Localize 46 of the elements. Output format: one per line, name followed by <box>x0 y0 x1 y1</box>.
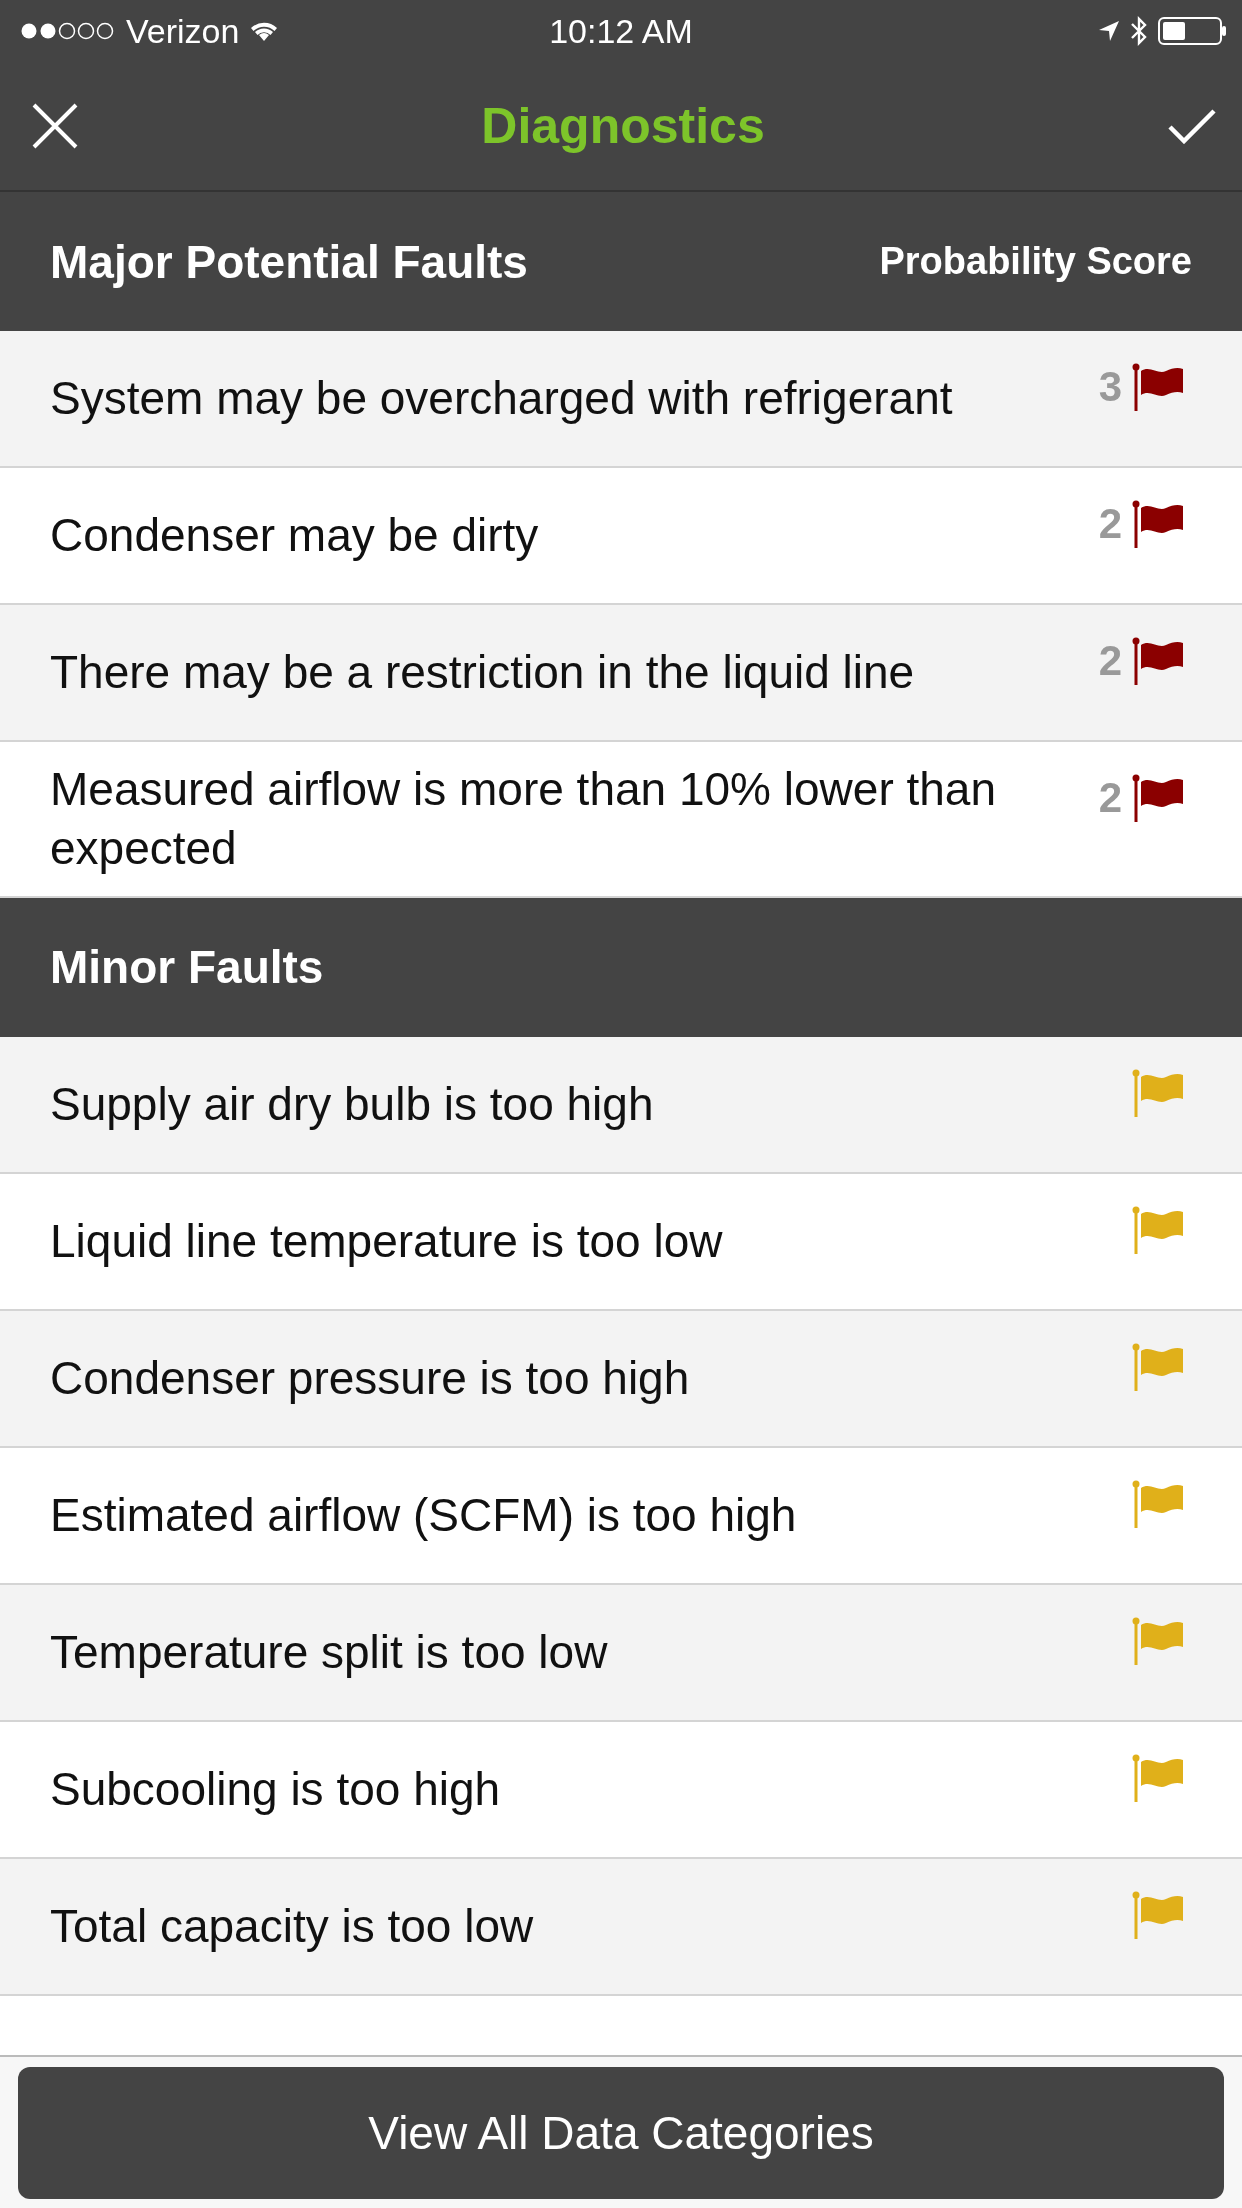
fault-row[interactable]: Temperature split is too low <box>0 1584 1242 1722</box>
battery-icon <box>1158 16 1228 46</box>
bluetooth-icon <box>1130 16 1148 46</box>
fault-text: Measured airflow is more than 10% lower than expected <box>50 762 997 876</box>
probability-score: 2 <box>1098 637 1122 685</box>
signal-icon <box>20 22 116 40</box>
fault-row[interactable]: System may be overcharged with refrigerant 3 <box>0 331 1242 468</box>
fault-text: Subcooling is too high <box>50 1761 501 1817</box>
fault-row[interactable]: Condenser pressure is too high <box>0 1310 1242 1448</box>
fault-row[interactable]: There may be a restriction in the liquid line 2 <box>0 605 1242 742</box>
fault-row[interactable]: Supply air dry bulb is too high <box>0 1036 1242 1174</box>
flag-icon <box>1132 363 1184 411</box>
flag-icon <box>1132 774 1184 822</box>
flag-icon <box>1132 1205 1184 1254</box>
probability-score: 3 <box>1098 363 1122 411</box>
clock-time: 10:12 AM <box>549 11 693 51</box>
fault-text: There may be a restriction in the liquid line <box>50 645 915 701</box>
checkmark-icon <box>1168 108 1216 144</box>
wifi-icon <box>249 20 280 42</box>
flag-icon <box>1132 1479 1184 1528</box>
carrier-name: Verizon <box>126 11 240 51</box>
probability-score: 2 <box>1098 774 1122 822</box>
view-all-data-categories-button[interactable]: View All Data Categories <box>18 2066 1224 2199</box>
section-title: Major Potential Faults <box>50 234 528 289</box>
section-title: Minor Faults <box>50 940 324 995</box>
fault-text: Total capacity is too low <box>50 1898 534 1954</box>
flag-icon <box>1132 1890 1184 1939</box>
fault-text: System may be overcharged with refrigerant <box>50 371 953 427</box>
location-arrow-icon <box>1098 20 1120 42</box>
probability-score: 2 <box>1098 500 1122 548</box>
fault-text: Temperature split is too low <box>50 1624 608 1680</box>
column-label: Probability Score <box>879 240 1192 283</box>
fault-text: Supply air dry bulb is too high <box>50 1076 654 1132</box>
screen-title: Diagnostics <box>481 97 765 155</box>
fault-text: Estimated airflow (SCFM) is too high <box>50 1487 797 1543</box>
close-icon <box>32 103 78 149</box>
flag-icon <box>1132 1753 1184 1802</box>
flag-icon <box>1132 1068 1184 1117</box>
fault-text: Liquid line temperature is too low <box>50 1213 723 1269</box>
flag-icon <box>1132 637 1184 685</box>
fault-text: Condenser may be dirty <box>50 508 539 564</box>
flag-icon <box>1132 1616 1184 1665</box>
flag-icon <box>1132 1342 1184 1391</box>
flag-icon <box>1132 500 1184 548</box>
fault-text: Condenser pressure is too high <box>50 1350 690 1406</box>
fault-row[interactable]: Total capacity is too low <box>0 1858 1242 1996</box>
